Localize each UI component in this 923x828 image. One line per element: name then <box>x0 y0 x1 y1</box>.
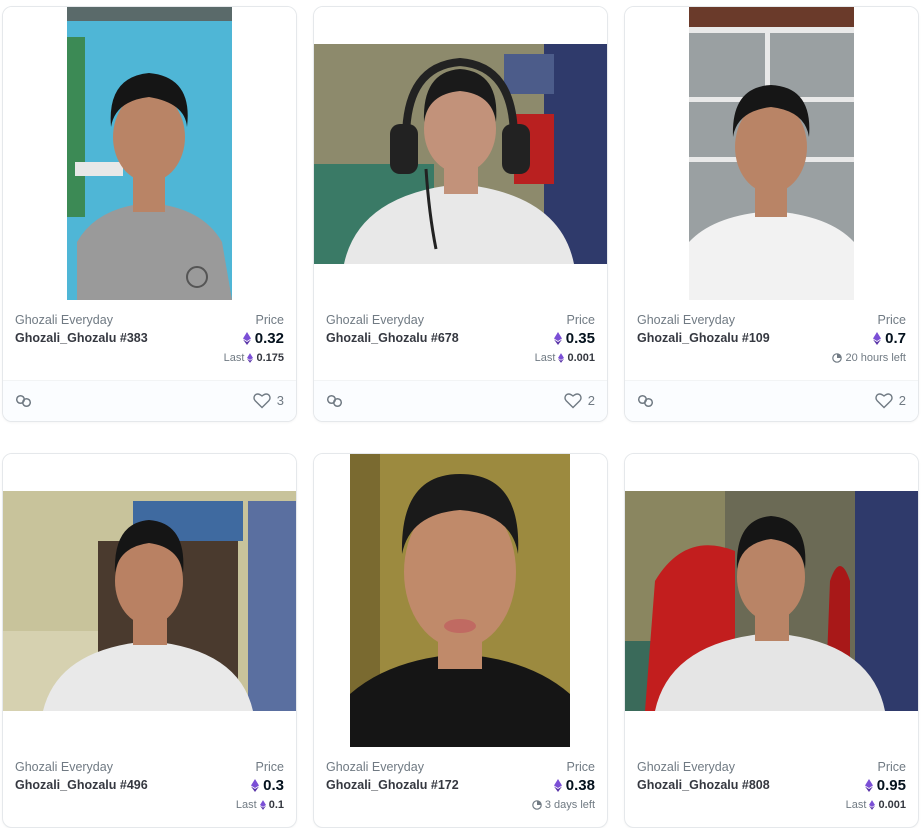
last-sale: Last 0.1 <box>236 799 284 811</box>
price-value: 0.35 <box>553 330 595 347</box>
ethereum-icon <box>242 332 251 345</box>
last-label: Last <box>534 352 556 364</box>
last-sale: Last 0.175 <box>224 352 284 364</box>
last-amount: 0.001 <box>878 799 906 811</box>
nft-name[interactable]: Ghozali_Ghozalu #109 <box>637 331 770 345</box>
collection-name[interactable]: Ghozali Everyday <box>15 313 113 327</box>
ethereum-icon <box>558 353 565 363</box>
ethereum-icon <box>247 353 254 363</box>
favorite-button[interactable]: 3 <box>253 392 284 409</box>
price-value: 0.32 <box>242 330 284 347</box>
ethereum-icon <box>259 800 266 810</box>
favorite-button[interactable]: 2 <box>875 392 906 409</box>
price-value: 0.7 <box>873 330 906 347</box>
nft-image[interactable] <box>3 491 296 711</box>
ethereum-icon <box>864 779 873 792</box>
favorite-count: 2 <box>587 393 595 408</box>
link-icon[interactable] <box>637 394 655 408</box>
nft-image[interactable] <box>314 44 607 264</box>
nft-card[interactable]: Ghozali Everyday Ghozali_Ghozalu #109 Pr… <box>624 6 919 422</box>
time-left-text: 3 days left <box>544 799 595 811</box>
nft-info: Ghozali Everyday Ghozali_Ghozalu #172 Pr… <box>314 747 607 827</box>
last-sale: Last 0.001 <box>535 352 595 364</box>
link-icon[interactable] <box>326 394 344 408</box>
price-label: Price <box>877 313 906 327</box>
clock-icon <box>832 353 843 363</box>
price-label: Price <box>255 760 284 774</box>
nft-name[interactable]: Ghozali_Ghozalu #496 <box>15 778 148 792</box>
nft-name[interactable]: Ghozali_Ghozalu #383 <box>15 331 148 345</box>
time-left: 20 hours left <box>832 352 906 364</box>
heart-icon <box>875 393 893 409</box>
time-left: 3 days left <box>532 799 595 811</box>
nft-info: Ghozali Everyday Ghozali_Ghozalu #383 Pr… <box>3 300 296 380</box>
nft-media[interactable] <box>3 7 296 300</box>
nft-image[interactable] <box>350 454 570 747</box>
price-amount: 0.35 <box>565 330 595 347</box>
nft-info: Ghozali Everyday Ghozali_Ghozalu #678 Pr… <box>314 300 607 380</box>
nft-image[interactable] <box>625 491 918 711</box>
card-footer: 2 <box>314 380 607 421</box>
ethereum-icon <box>873 332 882 345</box>
nft-image[interactable] <box>67 7 232 300</box>
link-icon[interactable] <box>15 394 33 408</box>
nft-name[interactable]: Ghozali_Ghozalu #808 <box>637 778 770 792</box>
favorite-button[interactable]: 2 <box>564 392 595 409</box>
nft-media[interactable] <box>3 454 296 747</box>
price-value: 0.3 <box>251 777 284 794</box>
nft-name[interactable]: Ghozali_Ghozalu #678 <box>326 331 459 345</box>
nft-info: Ghozali Everyday Ghozali_Ghozalu #109 Pr… <box>625 300 918 380</box>
price-value: 0.95 <box>864 777 906 794</box>
price-amount: 0.38 <box>565 777 595 794</box>
nft-card[interactable]: Ghozali Everyday Ghozali_Ghozalu #496 Pr… <box>2 453 297 828</box>
last-label: Last <box>845 799 867 811</box>
nft-card[interactable]: Ghozali Everyday Ghozali_Ghozalu #808 Pr… <box>624 453 919 828</box>
price-value: 0.38 <box>553 777 595 794</box>
ethereum-icon <box>251 779 260 792</box>
nft-grid: Ghozali Everyday Ghozali_Ghozalu #383 Pr… <box>0 0 923 828</box>
price-amount: 0.7 <box>885 330 906 347</box>
price-label: Price <box>566 313 595 327</box>
last-label: Last <box>235 799 257 811</box>
collection-name[interactable]: Ghozali Everyday <box>637 760 735 774</box>
nft-image[interactable] <box>689 7 854 300</box>
price-label: Price <box>255 313 284 327</box>
ethereum-icon <box>553 779 562 792</box>
time-left-text: 20 hours left <box>845 352 906 364</box>
last-amount: 0.001 <box>567 352 595 364</box>
collection-name[interactable]: Ghozali Everyday <box>326 760 424 774</box>
nft-media[interactable] <box>625 454 918 747</box>
price-amount: 0.3 <box>263 777 284 794</box>
nft-media[interactable] <box>625 7 918 300</box>
collection-name[interactable]: Ghozali Everyday <box>637 313 735 327</box>
card-footer: 3 <box>3 380 296 421</box>
card-footer: 2 <box>625 380 918 421</box>
nft-card[interactable]: Ghozali Everyday Ghozali_Ghozalu #678 Pr… <box>313 6 608 422</box>
clock-icon <box>532 800 542 810</box>
last-sale: Last 0.001 <box>846 799 906 811</box>
last-label: Last <box>223 352 245 364</box>
nft-name[interactable]: Ghozali_Ghozalu #172 <box>326 778 459 792</box>
favorite-count: 3 <box>276 393 284 408</box>
last-amount: 0.175 <box>256 352 284 364</box>
favorite-count: 2 <box>898 393 906 408</box>
price-label: Price <box>566 760 595 774</box>
collection-name[interactable]: Ghozali Everyday <box>326 313 424 327</box>
price-amount: 0.32 <box>254 330 284 347</box>
nft-media[interactable] <box>314 454 607 747</box>
price-amount: 0.95 <box>876 777 906 794</box>
price-label: Price <box>877 760 906 774</box>
last-amount: 0.1 <box>268 799 284 811</box>
nft-card[interactable]: Ghozali Everyday Ghozali_Ghozalu #172 Pr… <box>313 453 608 828</box>
nft-media[interactable] <box>314 7 607 300</box>
heart-icon <box>253 393 271 409</box>
nft-card[interactable]: Ghozali Everyday Ghozali_Ghozalu #383 Pr… <box>2 6 297 422</box>
nft-info: Ghozali Everyday Ghozali_Ghozalu #496 Pr… <box>3 747 296 827</box>
ethereum-icon <box>869 800 876 810</box>
nft-info: Ghozali Everyday Ghozali_Ghozalu #808 Pr… <box>625 747 918 827</box>
collection-name[interactable]: Ghozali Everyday <box>15 760 113 774</box>
heart-icon <box>564 393 582 409</box>
ethereum-icon <box>553 332 562 345</box>
